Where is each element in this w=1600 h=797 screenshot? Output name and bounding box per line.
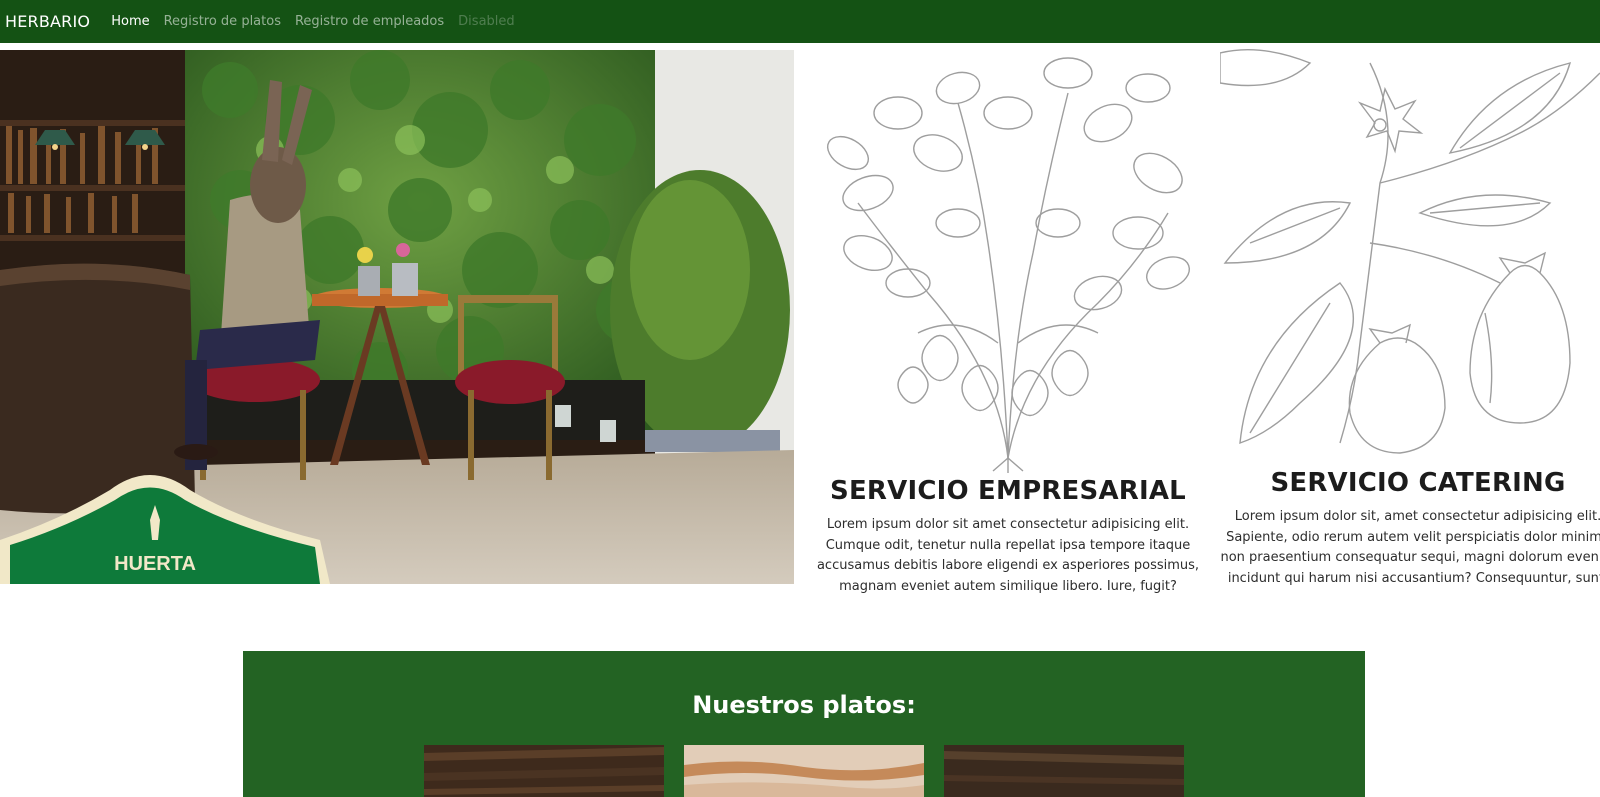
service-title-catering: SERVICIO CATERING <box>1270 468 1566 498</box>
hero-photo: HUERTA <box>0 50 794 584</box>
nav-link-home[interactable]: Home <box>111 14 149 29</box>
navbar: HERBARIO Home Registro de platos Registr… <box>0 0 1600 43</box>
plate-card-2[interactable] <box>684 745 924 797</box>
nav-link-registro-empleados[interactable]: Registro de empleados <box>295 14 444 29</box>
huerta-sign-text: HUERTA <box>114 553 196 575</box>
nav-link-disabled: Disabled <box>458 14 515 29</box>
restaurant-terrace-image: HUERTA <box>0 50 794 584</box>
platos-title: Nuestros platos: <box>692 691 916 719</box>
plate-card-3[interactable] <box>944 745 1184 797</box>
service-card-catering: SERVICIO CATERING Lorem ipsum dolor sit,… <box>1220 43 1600 603</box>
peanut-plant-illustration <box>827 57 1191 473</box>
platos-section: Nuestros platos: <box>243 651 1365 797</box>
service-title-empresarial: SERVICIO EMPRESARIAL <box>830 476 1186 506</box>
service-card-empresarial: SERVICIO EMPRESARIAL Lorem ipsum dolor s… <box>808 43 1208 603</box>
plate-image-3 <box>944 745 1184 797</box>
plate-card-1[interactable] <box>424 745 664 797</box>
plate-image-2 <box>684 745 924 797</box>
eggplant-illustration <box>1220 49 1600 454</box>
brand-logo[interactable]: HERBARIO <box>5 12 90 31</box>
service-text-catering: Lorem ipsum dolor sit, amet consectetur … <box>1220 509 1600 586</box>
nav-link-registro-platos[interactable]: Registro de platos <box>164 14 281 29</box>
plate-image-1 <box>424 745 664 797</box>
service-text-empresarial: Lorem ipsum dolor sit amet consectetur a… <box>816 517 1200 594</box>
